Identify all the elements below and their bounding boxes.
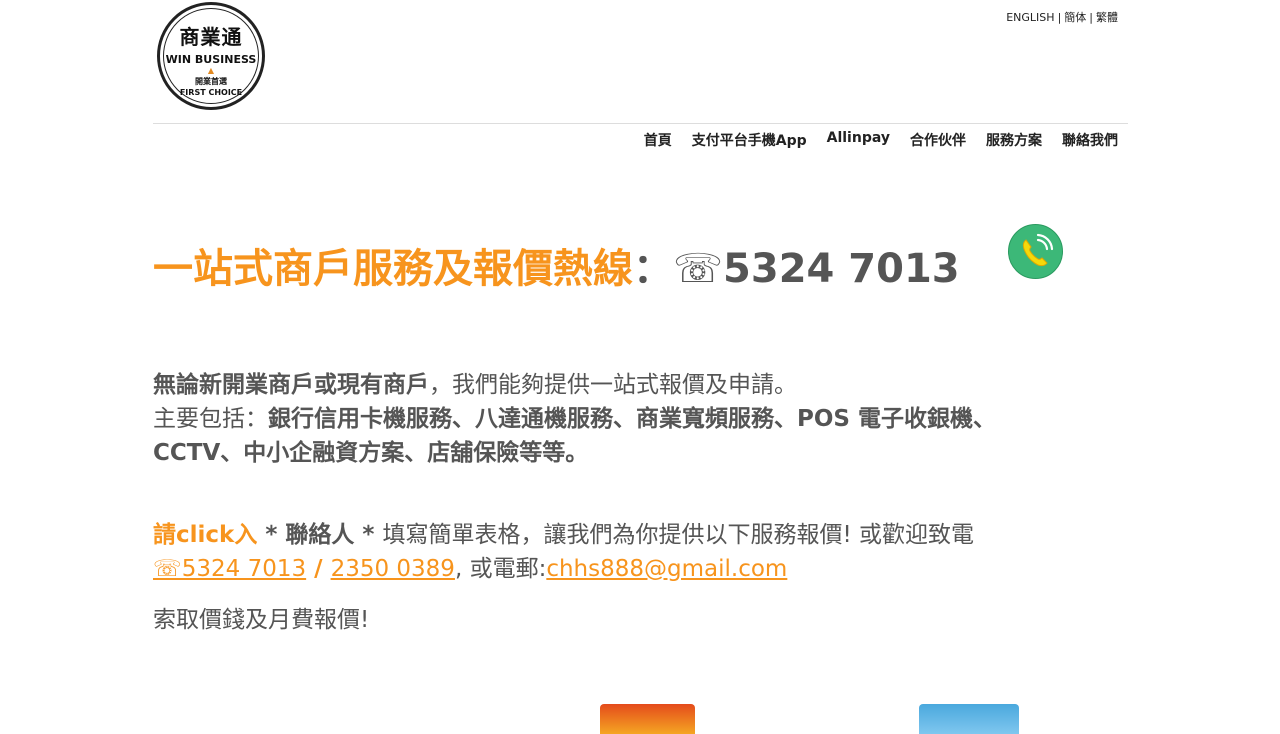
cta-email-link[interactable]: chhs888@gmail.com xyxy=(546,556,787,582)
cta-line-1: 請click入 * 聯絡人 * 填寫簡單表格，讓我們為你提供以下服務報價! 或歡… xyxy=(153,518,974,552)
intro-line-2-prefix: 主要包括： xyxy=(153,406,268,432)
intro-line-1: 無論新開業商戶或現有商戶，我們能夠提供一站式報價及申請。 xyxy=(153,368,996,402)
nav-payment-app[interactable]: 支付平台手機App xyxy=(692,130,807,150)
intro-line-1-rest: ，我們能夠提供一站式報價及申請。 xyxy=(429,372,797,398)
cta-phone-2-link[interactable]: 2350 0389 xyxy=(331,556,455,582)
hotline-colon: ： xyxy=(633,246,673,292)
logo-tagline-english: FIRST CHOICE xyxy=(179,88,243,97)
nav-partners[interactable]: 合作伙伴 xyxy=(910,130,966,150)
intro-paragraph: 無論新開業商戶或現有商戶，我們能夠提供一站式報價及申請。 主要包括：銀行信用卡機… xyxy=(153,368,996,470)
hotline-phone[interactable]: 5324 7013 xyxy=(723,246,960,292)
phone-icon: ☏ xyxy=(673,246,724,292)
page-container: 商業通 WIN BUSINESS ▲ 開業首選 FIRST CHOICE ENG… xyxy=(153,0,1128,734)
unionpay-card-image[interactable] xyxy=(600,704,695,734)
hotline-title: 一站式商戶服務及報價熱線 xyxy=(153,246,633,292)
main-nav: 首頁 支付平台手機App Allinpay 合作伙伴 服務方案 聯絡我們 xyxy=(624,130,1118,150)
cta-click-link[interactable]: 請click入 xyxy=(153,522,257,548)
intro-line-2-bold: 銀行信用卡機服務、八達通機服務、商業寬頻服務、POS 電子收銀機、 xyxy=(268,406,996,432)
nav-contact[interactable]: 聯絡我們 xyxy=(1062,130,1118,150)
intro-line-1-bold: 無論新開業商戶或現有商戶 xyxy=(153,372,429,398)
cta-phone-1-link[interactable]: ☏5324 7013 xyxy=(153,556,306,582)
hotline-heading: 一站式商戶服務及報價熱線：☏5324 7013 xyxy=(153,236,960,294)
logo[interactable]: 商業通 WIN BUSINESS ▲ 開業首選 FIRST CHOICE xyxy=(157,2,265,110)
cta-slash: / xyxy=(306,556,331,582)
cta-line-3: 索取價錢及月費報價! xyxy=(153,607,370,633)
intro-line-3-bold: CCTV、中小企融資方案、店舖保險等等。 xyxy=(153,440,589,466)
lang-separator: | xyxy=(1089,11,1093,24)
lang-traditional-link[interactable]: 繁體 xyxy=(1096,11,1118,24)
logo-mark-icon: ▲ xyxy=(207,66,215,75)
logo-tagline-chinese: 開業首選 xyxy=(195,77,227,86)
cta-contact-label: * 聯絡人 * xyxy=(257,522,383,548)
logo-chinese-name: 商業通 xyxy=(179,25,243,49)
cta-line-2: ☏5324 7013 / 2350 0389, 或電郵:chhs888@gmai… xyxy=(153,552,974,586)
cta-text: 填寫簡單表格，讓我們為你提供以下服務報價! 或歡迎致電 xyxy=(382,522,974,548)
cta-paragraph: 請click入 * 聯絡人 * 填寫簡單表格，讓我們為你提供以下服務報價! 或歡… xyxy=(153,518,974,586)
language-switcher: ENGLISH | 簡体 | 繁體 xyxy=(1006,9,1118,25)
lang-simplified-link[interactable]: 簡体 xyxy=(1064,11,1086,24)
logo-english-name: WIN BUSINESS xyxy=(165,53,257,66)
nav-services[interactable]: 服務方案 xyxy=(986,130,1042,150)
nav-home[interactable]: 首頁 xyxy=(644,130,672,150)
intro-line-2: 主要包括：銀行信用卡機服務、八達通機服務、商業寬頻服務、POS 電子收銀機、 xyxy=(153,402,996,436)
cta-email-prefix: , 或電郵: xyxy=(454,556,547,582)
intro-line-3: CCTV、中小企融資方案、店舖保險等等。 xyxy=(153,436,996,470)
lang-english-link[interactable]: ENGLISH xyxy=(1006,11,1054,24)
nav-allinpay[interactable]: Allinpay xyxy=(827,130,890,150)
call-icon[interactable] xyxy=(1008,224,1063,279)
octopus-card-image[interactable] xyxy=(919,704,1019,734)
lang-separator: | xyxy=(1057,11,1062,24)
header-divider xyxy=(153,123,1128,124)
